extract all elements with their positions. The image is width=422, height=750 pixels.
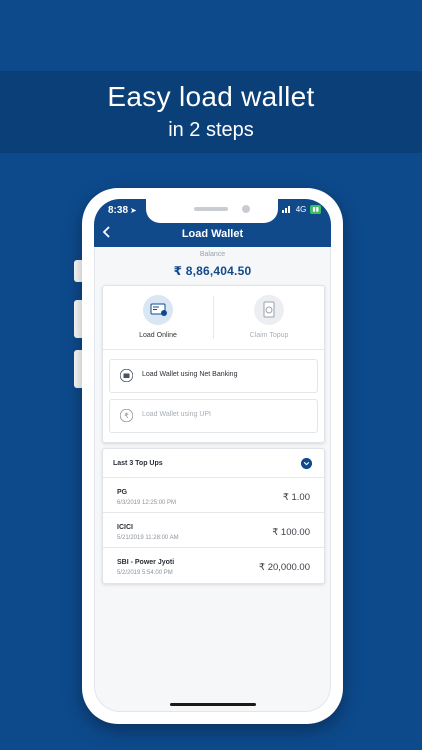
upi-option[interactable]: ₹ Load Wallet using UPI — [109, 399, 318, 433]
location-arrow-icon: ➤ — [130, 206, 137, 215]
load-online-label: Load Online — [139, 332, 177, 339]
balance-label: Balance — [199, 251, 226, 258]
battery-icon: ▮▮ — [310, 205, 321, 214]
wallet-icon — [120, 369, 133, 382]
phone-notch — [146, 199, 278, 223]
app-header: 8:38 ➤ 4G ▮▮ Load Wallet — [94, 199, 331, 247]
network-type: 4G — [295, 205, 307, 214]
topup-row[interactable]: ICICI 5/21/2019 11:28:00 AM ₹ 100.00 — [103, 512, 324, 547]
net-banking-option[interactable]: Load Wallet using Net Banking — [109, 359, 318, 393]
load-options-card: Load Online Claim Topup Load Wallet usin… — [102, 285, 325, 443]
divider — [103, 349, 324, 350]
topup-date: 5/21/2019 11:28:00 AM — [117, 535, 179, 541]
rupee-icon: ₹ — [120, 409, 133, 422]
balance-amount: ₹ 8,86,404.50 — [173, 264, 252, 278]
load-online-tab[interactable]: Load Online — [103, 286, 213, 349]
net-banking-label: Load Wallet using Net Banking — [142, 371, 238, 378]
promo-banner: Easy load wallet in 2 steps — [0, 71, 422, 153]
banner-subheadline: in 2 steps — [168, 119, 254, 141]
phone-screen: 8:38 ➤ 4G ▮▮ Load Wallet Balance ₹ 8,86,4… — [94, 199, 331, 712]
claim-topup-label: Claim Topup — [249, 332, 289, 339]
topup-source: PG — [117, 489, 128, 496]
signal-icon — [281, 206, 292, 213]
topup-source: SBI - Power Jyoti — [117, 559, 175, 566]
topup-row[interactable]: SBI - Power Jyoti 5/2/2019 5:54:00 PM ₹ … — [103, 547, 324, 582]
status-indicators: 4G ▮▮ — [281, 205, 321, 214]
banner-headline: Easy load wallet — [107, 81, 315, 112]
svg-text:₹: ₹ — [124, 412, 129, 420]
card-icon — [143, 295, 173, 325]
topup-amount: ₹ 100.00 — [272, 527, 310, 538]
topup-amount: ₹ 1.00 — [282, 492, 310, 503]
status-time-text: 8:38 — [108, 205, 129, 216]
receipt-icon — [254, 295, 284, 325]
page-title: Load Wallet — [181, 228, 244, 240]
topup-source: ICICI — [117, 524, 133, 531]
last-topups-card: Last 3 Top Ups PG 6/3/2019 12:25:00 PM ₹… — [102, 448, 325, 584]
topup-amount: ₹ 20,000.00 — [259, 562, 310, 573]
status-time: 8:38 ➤ — [108, 205, 137, 216]
home-indicator[interactable] — [170, 703, 256, 706]
speaker-grille — [194, 207, 228, 211]
topup-date: 5/2/2019 5:54:00 PM — [117, 570, 173, 576]
upi-label: Load Wallet using UPI — [142, 411, 211, 418]
topup-date: 6/3/2019 12:25:00 PM — [117, 500, 177, 506]
front-camera — [242, 205, 250, 213]
topups-title: Last 3 Top Ups — [113, 460, 163, 467]
claim-topup-tab[interactable]: Claim Topup — [214, 286, 324, 349]
topup-row[interactable]: PG 6/3/2019 12:25:00 PM ₹ 1.00 — [103, 477, 324, 512]
chevron-down-icon[interactable] — [301, 458, 312, 469]
